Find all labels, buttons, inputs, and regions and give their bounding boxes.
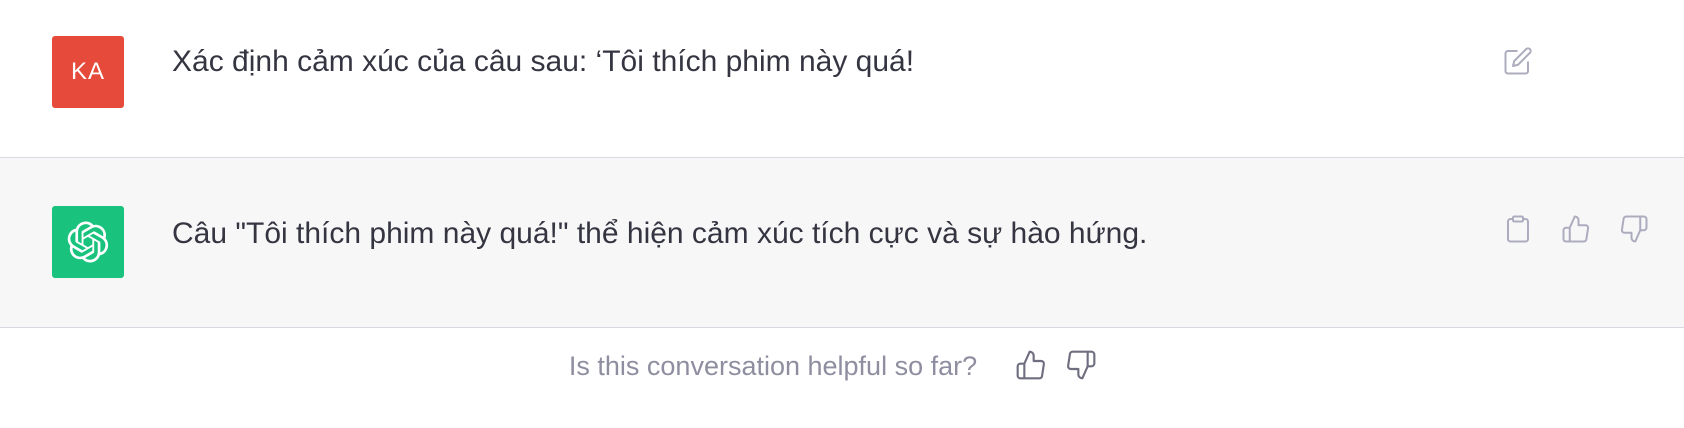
assistant-avatar <box>52 206 124 278</box>
user-avatar-initials: KA <box>70 58 105 85</box>
thumbs-up-button[interactable] <box>1560 212 1592 246</box>
openai-logo-icon <box>67 221 109 263</box>
thumbs-down-icon <box>1067 350 1096 380</box>
user-message-text: Xác định cảm xúc của câu sau: ‘Tôi thích… <box>172 45 915 78</box>
feedback-thumbs-up-button[interactable] <box>1015 348 1047 382</box>
assistant-message-row: Câu "Tôi thích phim này quá!" thể hiện c… <box>0 158 1684 328</box>
copy-button[interactable] <box>1502 212 1534 246</box>
feedback-thumbs-down-button[interactable] <box>1065 348 1097 382</box>
conversation-feedback-bar: Is this conversation helpful so far? <box>0 328 1684 428</box>
edit-button[interactable] <box>1502 44 1534 78</box>
clipboard-icon <box>1507 215 1529 243</box>
thumbs-up-icon <box>1562 215 1590 243</box>
thumbs-down-icon <box>1620 215 1648 243</box>
assistant-message-actions <box>1502 212 1650 246</box>
feedback-prompt: Is this conversation helpful so far? <box>568 351 978 381</box>
user-message-row: KA Xác định cảm xúc của câu sau: ‘Tôi th… <box>0 0 1684 158</box>
user-message-actions <box>1502 44 1534 78</box>
edit-icon <box>1504 47 1532 75</box>
user-avatar: KA <box>52 36 124 108</box>
thumbs-up-icon <box>1016 350 1046 380</box>
thumbs-down-button[interactable] <box>1618 212 1650 246</box>
assistant-message-text: Câu "Tôi thích phim này quá!" thể hiện c… <box>172 217 1148 250</box>
